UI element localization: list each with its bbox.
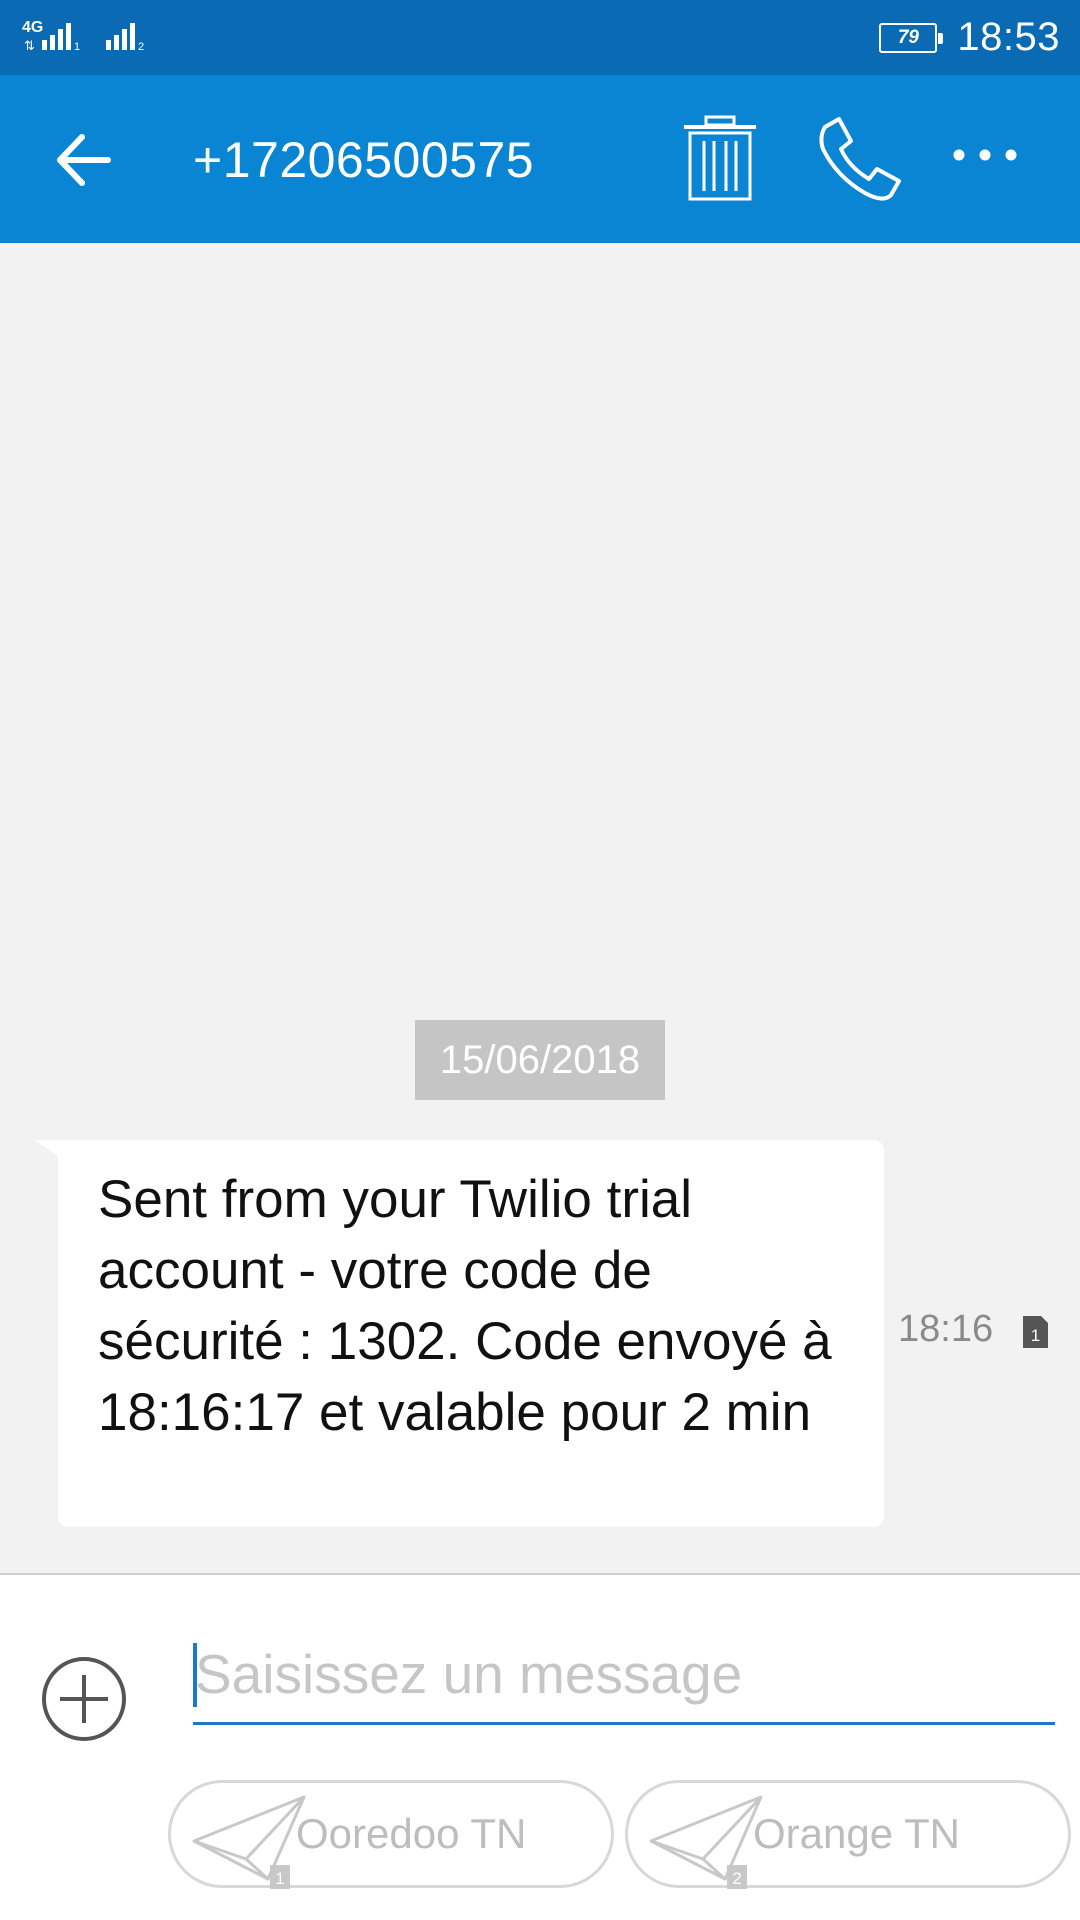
- date-separator: 15/06/2018: [415, 1020, 665, 1100]
- send-sim1-button[interactable]: 1 Ooredoo TN: [168, 1780, 614, 1889]
- send-plane-icon: 2: [649, 1795, 763, 1889]
- message-text: Sent from your Twilio trial account - vo…: [98, 1170, 832, 1442]
- battery-level: 79: [897, 26, 919, 48]
- back-arrow-icon[interactable]: [50, 125, 120, 195]
- svg-text:⇅: ⇅: [24, 38, 35, 53]
- send-sim1-label: Ooredoo TN: [296, 1810, 527, 1857]
- message-sim-index: 1: [1031, 1326, 1040, 1345]
- send-plane-icon: 1: [192, 1795, 306, 1889]
- send-sim2-label: Orange TN: [753, 1810, 960, 1857]
- trash-icon[interactable]: [680, 113, 760, 203]
- message-bubble[interactable]: Sent from your Twilio trial account - vo…: [58, 1140, 884, 1527]
- signal-icons: 4G ⇅ 1 2: [22, 19, 144, 53]
- sim2-index: 2: [138, 41, 144, 53]
- message-input[interactable]: [193, 1625, 1055, 1722]
- phone-icon[interactable]: [815, 115, 910, 205]
- sim-card-icon: 1: [1023, 1316, 1048, 1348]
- more-icon[interactable]: [945, 130, 1025, 180]
- message-time: 18:16: [898, 1308, 994, 1350]
- status-clock: 18:53: [957, 15, 1060, 59]
- sim1-index: 1: [74, 41, 80, 53]
- sim2-badge-index: 2: [732, 1869, 741, 1888]
- battery-icon: 79: [879, 22, 944, 53]
- network-type-label: 4G: [22, 19, 43, 36]
- app-bar: +17206500575: [0, 75, 1080, 243]
- sim1-badge-index: 1: [275, 1869, 284, 1888]
- conversation-title: +17206500575: [193, 132, 535, 188]
- send-sim2-button[interactable]: 2 Orange TN: [625, 1780, 1071, 1889]
- text-caret: [193, 1643, 197, 1707]
- message-input-wrapper: [193, 1625, 1055, 1725]
- composer: 1 Ooredoo TN 2 Orange TN: [0, 1573, 1080, 1920]
- status-bar: 4G ⇅ 1 2 79 18:53: [0, 0, 1080, 75]
- add-attachment-icon[interactable]: [40, 1655, 128, 1743]
